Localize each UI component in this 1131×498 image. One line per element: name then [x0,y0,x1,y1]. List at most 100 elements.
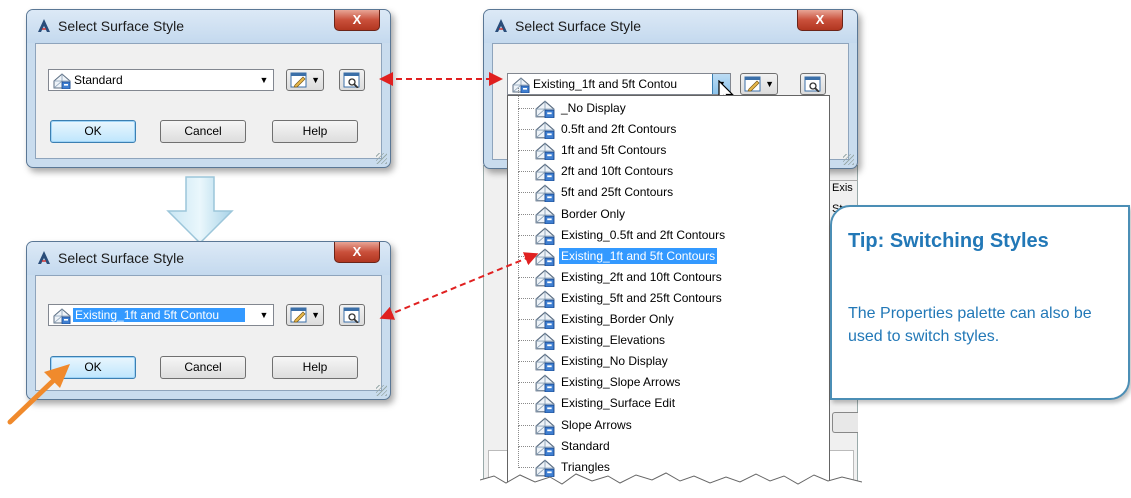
surface-style-icon [535,121,555,140]
select-surface-style-dialog-top: Select Surface Style X Standard ▼ ▼ OK C… [26,9,391,168]
list-item-label: 1ft and 5ft Contours [561,143,667,158]
cancel-button[interactable]: Cancel [160,356,246,379]
list-item-label: Existing_Elevations [561,333,666,348]
tree-line [518,256,519,278]
background-button [832,412,858,433]
list-item[interactable]: Border Only [508,193,828,225]
surface-style-icon [535,164,555,182]
list-item[interactable]: Existing_Border Only [508,299,828,330]
help-button[interactable]: Help [272,356,358,379]
list-item[interactable]: Standard [508,425,828,457]
list-item[interactable]: Existing_Elevations [508,320,828,351]
tree-line [518,235,519,257]
edit-style-button[interactable]: ▼ [286,69,324,91]
surface-style-icon [535,100,555,118]
tree-line [518,299,519,320]
tree-line [518,362,519,384]
list-item-label: Existing_2ft and 10ft Contours [561,269,722,284]
surface-style-combo[interactable]: Existing_1ft and 5ft Contou ▼ [507,73,731,95]
tree-branch [519,171,534,173]
surface-style-icon [53,308,71,324]
surface-style-icon [535,311,555,329]
dialog-body: Existing_1ft and 5ft Contou ▼ ▼ OK Cance… [35,275,382,391]
list-item-label: Existing_1ft and 5ft Contours [559,247,718,264]
edit-style-button[interactable]: ▼ [286,304,324,326]
tree-line [518,383,519,405]
edit-style-button[interactable]: ▼ [740,73,778,95]
resize-grip-icon[interactable] [376,385,387,396]
close-button[interactable]: X [334,10,380,31]
list-item[interactable]: 0.5ft and 2ft Contours [508,109,828,140]
resize-grip-icon[interactable] [843,154,854,165]
list-item[interactable]: Slope Arrows [508,404,828,436]
list-item-label: Border Only [561,206,626,221]
surface-style-combo[interactable]: Existing_1ft and 5ft Contou ▼ [48,304,274,326]
chevron-down-icon: ▼ [765,79,774,89]
tree-branch [519,276,534,278]
surface-style-icon [535,332,555,351]
tree-branch [519,192,534,194]
preview-style-button[interactable] [339,69,365,91]
list-item[interactable]: Existing_1ft and 5ft Contours [508,235,828,267]
surface-style-icon [535,227,555,245]
down-arrow-icon [166,176,234,245]
edit-style-icon [744,76,761,92]
list-item-label: Existing_Surface Edit [561,396,676,411]
tree-branch [519,129,534,131]
surface-style-dropdown-list[interactable]: _No Display 0.5ft and 2ft Contours 1ft and… [507,88,830,490]
help-button[interactable]: Help [272,120,358,143]
list-item[interactable]: _No Display [508,88,828,119]
civil3d-logo-icon [494,18,508,33]
list-item[interactable]: Existing_0.5ft and 2ft Contours [508,214,828,246]
tree-branch [519,340,534,342]
dialog-body: Standard ▼ ▼ OK Cancel Help [35,43,382,159]
surface-style-icon [535,353,555,372]
combo-dropdown-arrow-icon[interactable]: ▼ [255,70,273,90]
title-bar: Select Surface Style X [484,10,857,43]
tree-branch [519,297,534,299]
tree-line [518,151,519,173]
list-item-label: Existing_No Display [561,354,668,369]
tree-line [518,130,519,152]
preview-style-button[interactable] [339,304,365,326]
dialog-title: Select Surface Style [58,250,185,266]
tree-line [518,193,519,215]
list-item-label: 5ft and 25ft Contours [561,185,674,200]
surface-style-icon [53,73,71,89]
surface-style-icon [535,206,555,224]
list-item[interactable]: 5ft and 25ft Contours [508,172,828,203]
background-cell: Exis [832,182,853,194]
tree-line [518,172,519,194]
tree-branch [519,255,534,257]
list-item[interactable]: Existing_Slope Arrows [508,362,828,393]
tree-line [518,214,519,236]
close-button[interactable]: X [334,242,380,263]
resize-grip-icon[interactable] [376,153,387,164]
surface-style-icon [535,438,555,456]
surface-style-combo[interactable]: Standard ▼ [48,69,274,91]
preview-style-button[interactable] [800,73,826,95]
ok-button[interactable]: OK [50,356,136,379]
surface-style-icon [535,396,555,414]
list-item[interactable]: Existing_5ft and 25ft Contours [508,277,828,309]
list-item[interactable]: 2ft and 10ft Contours [508,151,828,182]
tree-branch [519,445,534,447]
close-button[interactable]: X [797,10,843,31]
tree-branch [519,234,534,236]
surface-style-icon [535,417,555,435]
tree-branch [519,319,534,320]
tree-line [518,88,519,109]
list-item[interactable]: 1ft and 5ft Contours [508,130,828,161]
magnifier-icon [804,76,821,92]
ok-button[interactable]: OK [50,120,136,143]
tree-line [518,341,519,363]
combo-dropdown-arrow-icon[interactable]: ▼ [255,305,273,325]
list-item[interactable]: Existing_No Display [508,341,828,372]
list-item[interactable]: Existing_2ft and 10ft Contours [508,256,828,288]
tree-branch [519,213,534,215]
cancel-button[interactable]: Cancel [160,120,246,143]
list-item[interactable]: Existing_Surface Edit [508,383,828,414]
tree-branch [519,108,534,109]
dialog-title: Select Surface Style [515,18,642,34]
list-item-label: Existing_Border Only [561,312,674,326]
